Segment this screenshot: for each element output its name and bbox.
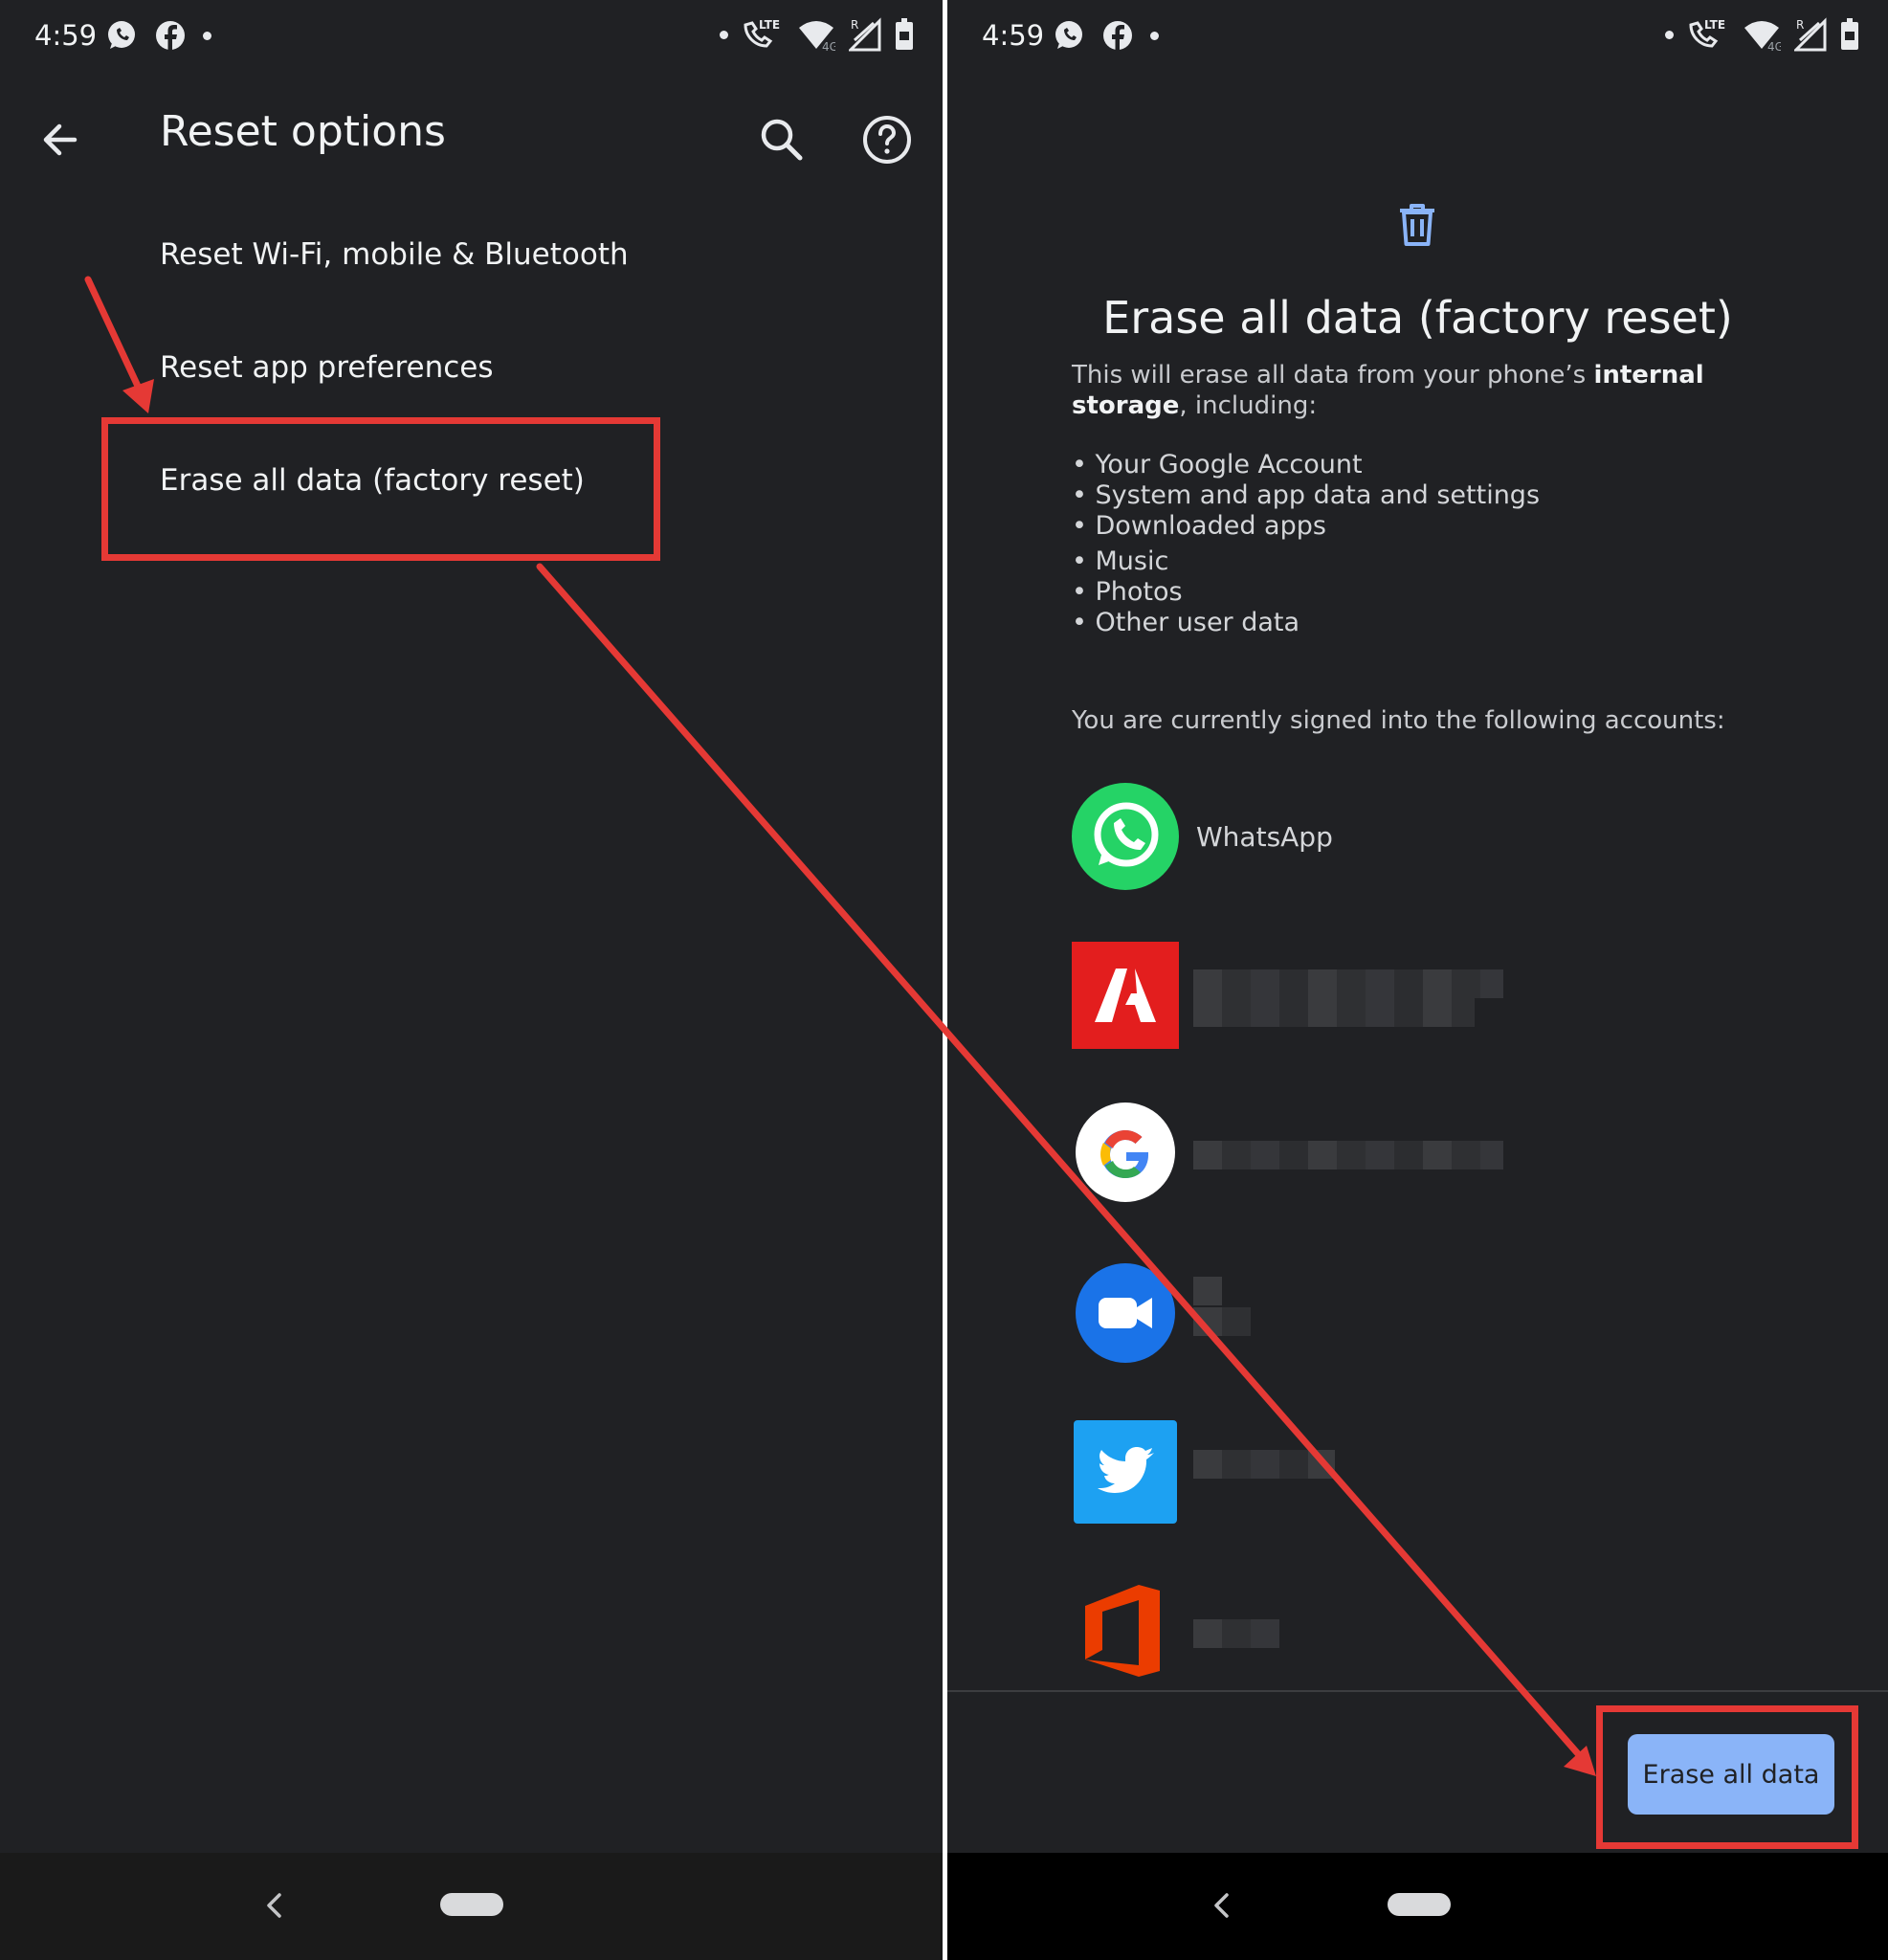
office-icon	[1085, 1585, 1160, 1677]
redacted-account-google	[1193, 1141, 1503, 1169]
bullet-item: System and app data and settings	[1072, 480, 1541, 510]
google-icon	[1076, 1102, 1175, 1202]
signed-in-text: You are currently signed into the follow…	[1072, 706, 1725, 735]
status-time: 4:59	[982, 19, 1045, 52]
bullet-item: Photos	[1072, 577, 1183, 607]
wifi-icon: 4G	[799, 21, 835, 51]
nav-back-icon[interactable]	[1208, 1891, 1236, 1920]
redacted-account-adobe	[1193, 969, 1503, 998]
intro-text: This will erase all data from your phone…	[1072, 360, 1761, 421]
status-bar: 4:59 LTE 4G R	[947, 0, 1888, 77]
battery-icon	[1841, 18, 1858, 50]
nav-home-pill[interactable]	[1388, 1893, 1451, 1916]
status-time: 4:59	[34, 19, 98, 52]
bullet-item: Other user data	[1072, 608, 1300, 637]
wifi-icon: 4G	[1744, 21, 1781, 51]
bullet-item: Music	[1072, 546, 1169, 576]
page-title: Reset options	[160, 107, 446, 156]
network-type-label: 4G	[1767, 40, 1781, 51]
trash-icon	[1400, 204, 1434, 246]
roaming-label: R	[1796, 18, 1804, 32]
reset-options-screen: 4:59 LTE 4G R Reset options Reset Wi-Fi,…	[0, 0, 943, 1960]
whatsapp-notification-icon	[1055, 21, 1082, 49]
battery-icon	[896, 18, 913, 50]
status-dot	[720, 30, 728, 39]
duo-icon	[1076, 1263, 1175, 1363]
notification-dot	[1150, 31, 1159, 40]
redacted-account-office	[1193, 1619, 1279, 1648]
redacted-account-duo-2	[1193, 1307, 1251, 1336]
app-bar: Reset options	[0, 86, 943, 191]
status-dot	[1665, 30, 1674, 39]
help-icon[interactable]	[858, 111, 916, 168]
notification-dot	[203, 31, 211, 40]
facebook-notification-icon	[156, 21, 185, 51]
redacted-account-twitter	[1193, 1450, 1335, 1479]
lte-label: LTE	[1704, 18, 1725, 32]
cellular-signal-icon: R	[1794, 17, 1827, 52]
account-label-whatsapp: WhatsApp	[1196, 821, 1333, 853]
volte-call-icon: LTE	[1689, 18, 1725, 48]
volte-call-icon: LTE	[744, 18, 780, 48]
nav-back-icon[interactable]	[260, 1891, 289, 1920]
roaming-label: R	[851, 18, 858, 32]
cellular-signal-icon: R	[849, 17, 881, 52]
nav-home-pill[interactable]	[440, 1893, 503, 1916]
navigation-bar	[947, 1853, 1888, 1960]
whatsapp-notification-icon	[108, 21, 135, 49]
reset-wifi-item[interactable]: Reset Wi-Fi, mobile & Bluetooth	[160, 237, 629, 272]
whatsapp-icon	[1072, 783, 1179, 890]
network-type-label: 4G	[822, 40, 835, 51]
search-icon[interactable]	[755, 113, 809, 167]
reset-app-preferences-item[interactable]: Reset app preferences	[160, 350, 494, 385]
lte-label: LTE	[759, 18, 780, 32]
intro-suffix: , including:	[1179, 391, 1318, 420]
redacted-account-duo	[1193, 1277, 1222, 1305]
dialog-title: Erase all data (factory reset)	[1102, 292, 1733, 344]
adobe-icon	[1072, 942, 1179, 1049]
redacted-account-adobe-2	[1193, 998, 1475, 1027]
back-arrow-icon[interactable]	[34, 113, 88, 167]
twitter-icon	[1074, 1420, 1177, 1524]
bullet-item: Downloaded apps	[1072, 511, 1326, 541]
footer-divider	[947, 1690, 1888, 1692]
facebook-notification-icon	[1103, 21, 1132, 51]
erase-all-data-item[interactable]: Erase all data (factory reset)	[160, 463, 585, 498]
status-bar: 4:59 LTE 4G R	[0, 0, 943, 77]
factory-reset-screen: 4:59 LTE 4G R Erase all data (factory re…	[947, 0, 1888, 1960]
bullet-item: Your Google Account	[1072, 450, 1363, 479]
navigation-bar	[0, 1853, 943, 1960]
erase-all-data-button[interactable]: Erase all data	[1628, 1734, 1834, 1815]
intro-prefix: This will erase all data from your phone…	[1072, 361, 1594, 390]
